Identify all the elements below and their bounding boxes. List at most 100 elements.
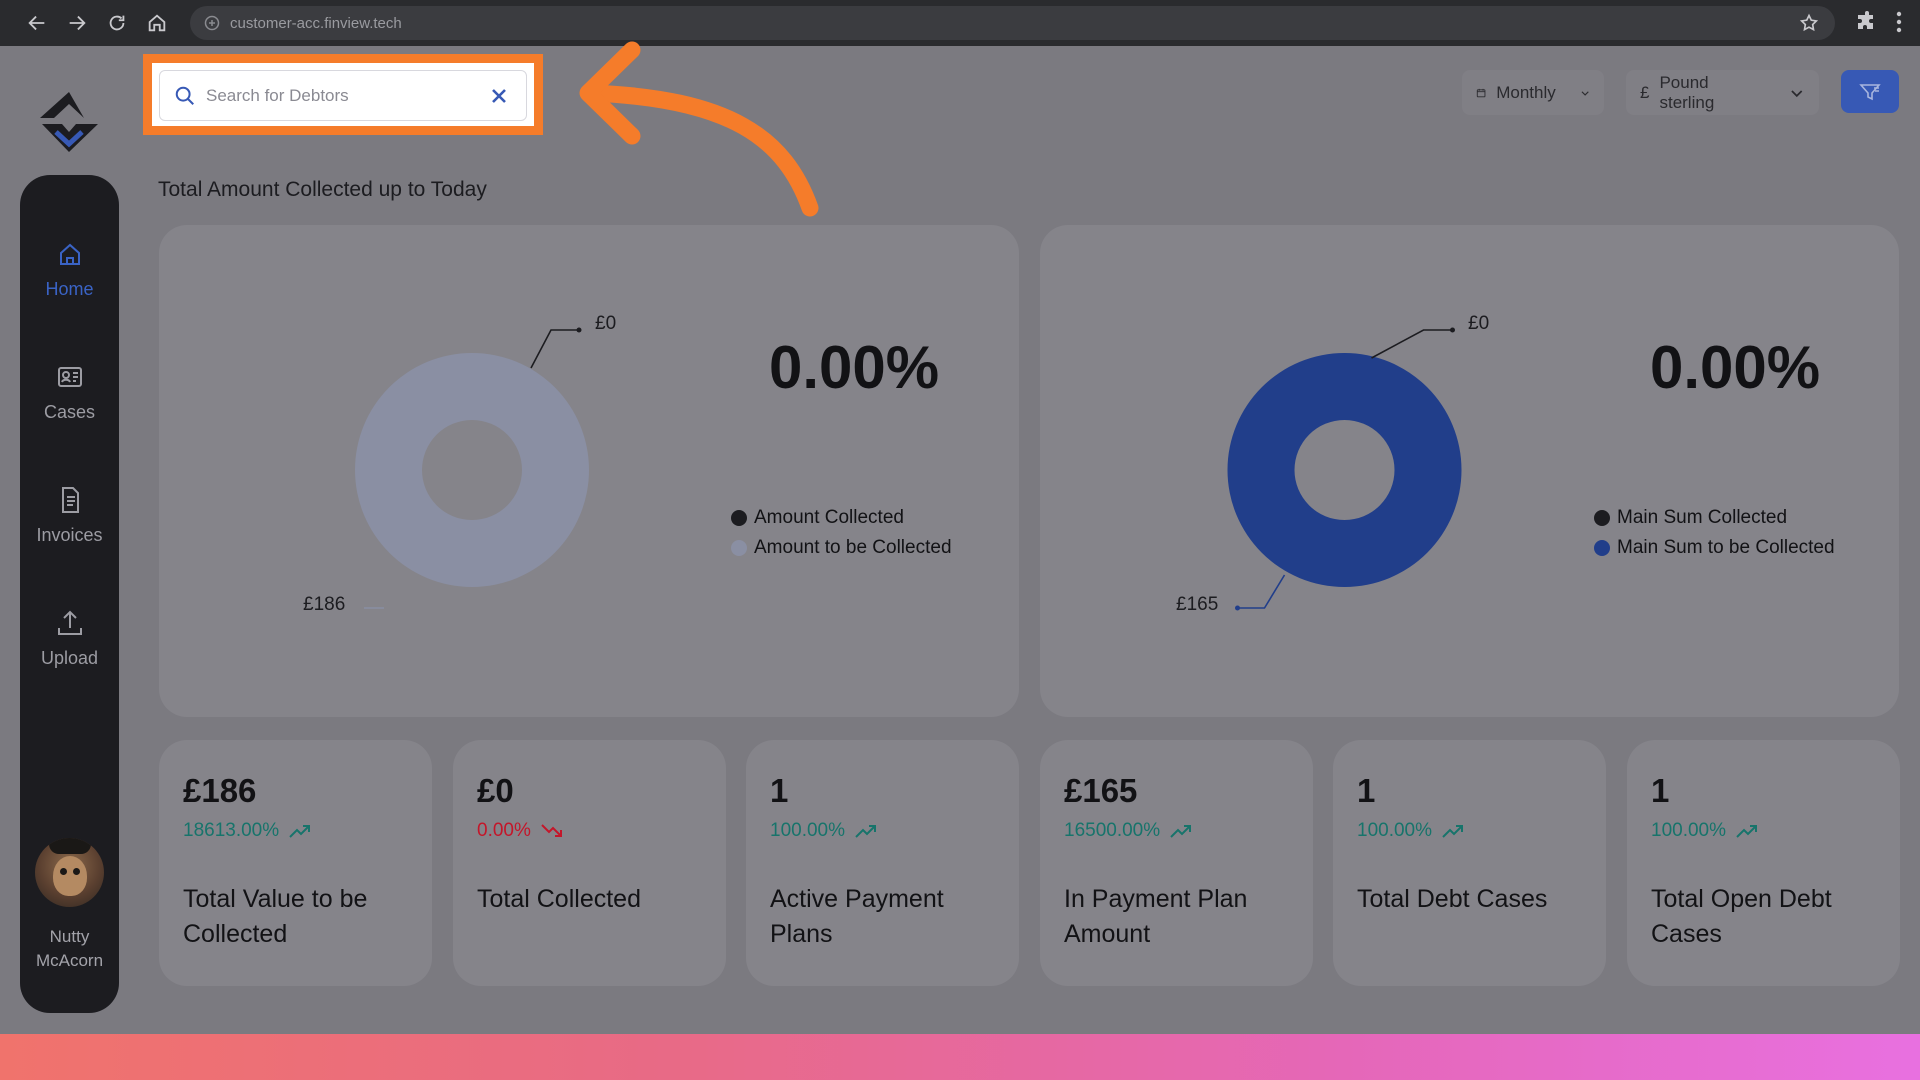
trend-down-icon [541, 824, 562, 837]
sidebar-item-home[interactable]: Home [20, 239, 119, 300]
chart-data-label-collected: £0 [595, 313, 617, 334]
home-icon [59, 243, 80, 265]
chart-data-label-remaining: £186 [303, 594, 346, 615]
bottom-gradient-bar [0, 1034, 1920, 1080]
sidebar-item-label: Invoices [36, 525, 103, 545]
chart-card-main-sum: £0 £165 0.00% Main Sum Collected Main Su… [1040, 225, 1899, 717]
avatar[interactable] [35, 838, 104, 907]
bookmark-star-icon[interactable] [1799, 13, 1819, 33]
browser-toolbar: customer-acc.finview.tech [0, 0, 1920, 46]
legend-item: Main Sum Collected [1594, 503, 1835, 533]
chart-leader-line [1237, 574, 1286, 609]
kebab-menu-icon[interactable] [1896, 10, 1902, 34]
stat-card-active-plans[interactable]: 1 100.00% Active Payment Plans [746, 740, 1019, 986]
section-title: Total Amount Collected up to Today [158, 178, 487, 201]
chart-slice-main-sum-to-be-collected[interactable] [1227, 353, 1462, 587]
upload-icon [57, 610, 82, 635]
extensions-icon[interactable] [1855, 10, 1879, 34]
stat-card-open-debt-cases[interactable]: 1 100.00% Total Open Debt Cases [1627, 740, 1900, 986]
currency-select[interactable]: £ Pound sterling [1626, 70, 1819, 115]
reload-icon [109, 15, 125, 31]
calendar-icon [1476, 88, 1486, 97]
sidebar-item-label: Upload [40, 648, 99, 668]
stat-change-value: 0.00% [477, 820, 531, 841]
trend-up-icon [1736, 825, 1758, 838]
stat-change: 0.00% [477, 820, 563, 842]
legend-item: Main Sum to be Collected [1594, 533, 1835, 563]
stat-card-debt-cases[interactable]: 1 100.00% Total Debt Cases [1333, 740, 1606, 986]
stat-value: £0 [477, 772, 514, 809]
sidebar-item-cases[interactable]: Cases [20, 362, 119, 423]
sidebar-item-label: Home [45, 279, 94, 299]
search-highlight-box [143, 54, 543, 135]
document-icon [61, 487, 79, 513]
legend-dot [1594, 540, 1610, 556]
forward-button[interactable] [58, 4, 96, 42]
percent-collected: 0.00% [1650, 334, 1821, 401]
chart-card-amount: £0 £186 0.00% Amount Collected Amount to… [159, 225, 1019, 717]
legend-dot [1594, 510, 1610, 526]
chevron-down-icon [1581, 90, 1589, 96]
id-card-icon [57, 367, 82, 387]
legend-dot [731, 540, 747, 556]
stat-card-plan-amount[interactable]: £165 16500.00% In Payment Plan Amount [1040, 740, 1313, 986]
legend-item: Amount to be Collected [731, 533, 952, 563]
trend-up-icon [855, 825, 877, 838]
filter-icon [1859, 83, 1881, 100]
chevron-down-icon [1791, 89, 1803, 97]
chart-legend: Main Sum Collected Main Sum to be Collec… [1594, 503, 1835, 563]
trend-up-icon [1442, 825, 1464, 838]
donut-chart-amount [355, 327, 589, 609]
stat-label: Total Debt Cases [1357, 885, 1548, 913]
annotation-arrow-icon [579, 41, 819, 217]
chart-legend: Amount Collected Amount to be Collected [731, 503, 952, 563]
stat-change-value: 16500.00% [1064, 820, 1161, 841]
chart-leader-dot [1235, 605, 1240, 611]
address-bar[interactable]: customer-acc.finview.tech [190, 6, 1835, 40]
filter-button[interactable] [1841, 70, 1899, 113]
stat-card-total-value[interactable]: £186 18613.00% Total Value to be Collect… [159, 740, 432, 986]
stat-card-total-collected[interactable]: £0 0.00% Total Collected [453, 740, 726, 986]
stat-change: 100.00% [1357, 820, 1464, 842]
chart-slice-amount-to-be-collected[interactable] [355, 353, 589, 587]
home-nav-button[interactable] [138, 4, 176, 42]
house-icon [148, 14, 166, 32]
stat-change: 18613.00% [183, 820, 311, 842]
chart-leader-dot [576, 327, 582, 333]
stat-label: In Payment Plan Amount [1064, 885, 1248, 948]
stat-change-value: 18613.00% [183, 820, 280, 841]
stat-change-value: 100.00% [1357, 820, 1433, 841]
search-icon [175, 86, 194, 105]
user-last-name: McAcorn [35, 951, 104, 970]
stat-label: Total Collected [477, 885, 641, 913]
legend-dot [731, 510, 747, 526]
stat-value: £186 [183, 772, 257, 809]
app-logo-icon[interactable] [32, 88, 106, 156]
reload-button[interactable] [98, 4, 136, 42]
stat-change: 16500.00% [1064, 820, 1192, 842]
chart-data-label-remaining: £165 [1176, 594, 1219, 615]
legend-label: Main Sum Collected [1617, 507, 1788, 528]
chart-data-label-collected: £0 [1468, 313, 1490, 334]
stat-change: 100.00% [770, 820, 877, 842]
legend-label: Amount Collected [754, 507, 904, 528]
user-first-name: Nutty [49, 927, 90, 946]
chart-leader-dot [1450, 327, 1455, 333]
sidebar-item-label: Cases [43, 402, 96, 422]
period-select[interactable]: Monthly [1462, 70, 1604, 115]
currency-value: Pound sterling [1659, 72, 1715, 112]
period-value: Monthly [1496, 82, 1556, 102]
legend-label: Amount to be Collected [754, 537, 952, 558]
search-container[interactable] [159, 70, 527, 121]
search-input[interactable] [206, 85, 476, 106]
stat-value: 1 [770, 772, 789, 809]
stat-label: Active Payment Plans [770, 885, 944, 948]
close-icon[interactable] [488, 85, 510, 107]
site-info-icon [204, 15, 220, 31]
sidebar-item-invoices[interactable]: Invoices [20, 485, 119, 546]
back-button[interactable] [18, 4, 56, 42]
sidebar-item-upload[interactable]: Upload [20, 608, 119, 669]
trend-up-icon [1170, 825, 1192, 838]
currency-symbol: £ [1640, 82, 1650, 102]
arrow-left-icon [28, 15, 45, 31]
